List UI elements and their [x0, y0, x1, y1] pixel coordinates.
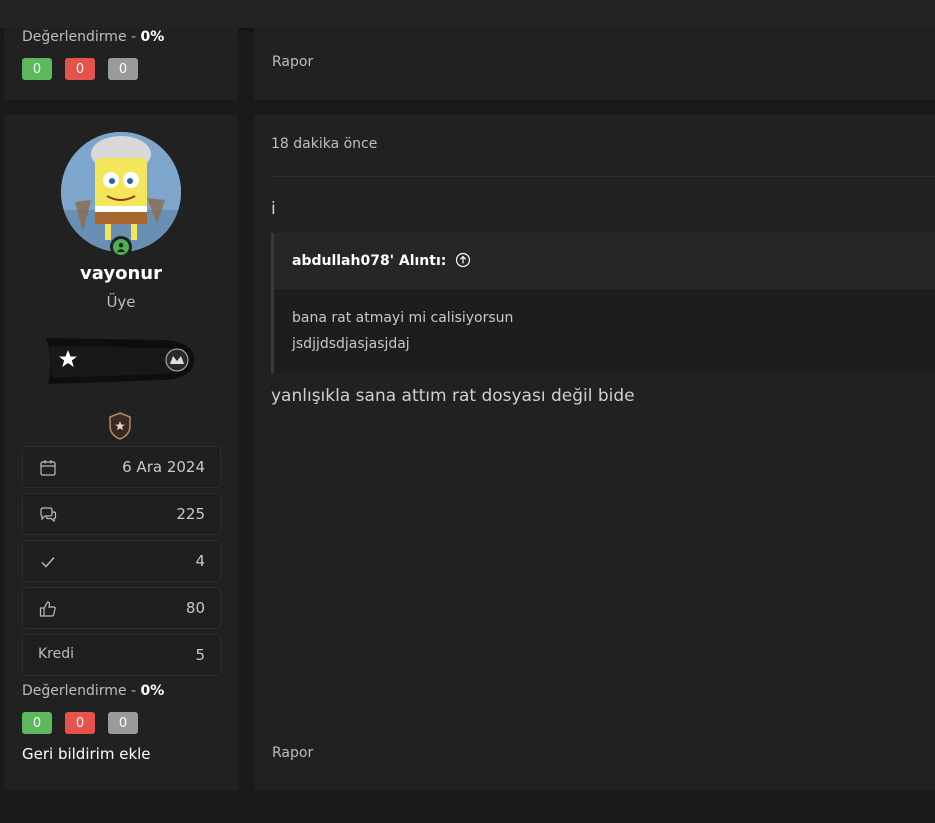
- stat-likes-value: 80: [185, 599, 205, 617]
- previous-rating-badges: 0 0 0: [22, 58, 138, 80]
- quote-block: abdullah078' Alıntı: bana rat atmayi mi …: [271, 233, 935, 373]
- negative-rating-badge[interactable]: 0: [65, 712, 95, 734]
- previous-report-link[interactable]: Rapor: [272, 54, 313, 70]
- user-avatar[interactable]: [61, 132, 181, 252]
- username[interactable]: vayonur: [4, 263, 238, 284]
- stat-messages-value: 225: [176, 505, 205, 523]
- quote-line: jsdjjdsdjasjasjdaj: [292, 336, 410, 352]
- previous-post-body: Rapor: [254, 28, 935, 100]
- top-bar: [0, 0, 935, 28]
- quote-line: bana rat atmayi mi calisiyorsun: [292, 310, 514, 326]
- rank-banner: [46, 338, 194, 384]
- thumbs-up-icon: [39, 601, 56, 617]
- post-first-line: i: [271, 199, 276, 219]
- rating-value: 0%: [140, 683, 165, 699]
- stat-credit: Kredi 5: [22, 634, 221, 676]
- quote-jump-arrow-icon[interactable]: [455, 252, 471, 268]
- post-body: 18 dakika önce i abdullah078' Alıntı: ba…: [254, 115, 935, 790]
- report-link[interactable]: Rapor: [272, 745, 313, 761]
- post-user-sidebar: vayonur Üye 6 Ara 2024 225 4 80 Kredi 5 …: [4, 115, 238, 790]
- quote-header: abdullah078' Alıntı:: [274, 233, 935, 289]
- negative-rating-badge[interactable]: 0: [65, 58, 95, 80]
- check-icon: [41, 557, 55, 568]
- divider: [271, 176, 935, 177]
- previous-rating-line: Değerlendirme - 0%: [22, 29, 164, 45]
- stat-credit-label: Kredi: [38, 646, 75, 662]
- previous-rating-value: 0%: [140, 29, 165, 45]
- rank-shield-icon: [109, 412, 131, 440]
- stat-likes: 80: [22, 587, 221, 629]
- post-timestamp[interactable]: 18 dakika önce: [271, 136, 377, 152]
- chat-bubbles-icon: [40, 507, 57, 523]
- neutral-rating-badge[interactable]: 0: [108, 58, 138, 80]
- neutral-rating-badge[interactable]: 0: [108, 712, 138, 734]
- rating-line: Değerlendirme - 0%: [22, 683, 164, 699]
- user-title: Üye: [106, 293, 136, 311]
- stat-solutions: 4: [22, 540, 221, 582]
- rating-badges: 0 0 0: [22, 712, 138, 734]
- positive-rating-badge[interactable]: 0: [22, 58, 52, 80]
- previous-rating-label: Değerlendirme -: [22, 29, 137, 45]
- quote-content: bana rat atmayi mi calisiyorsun jsdjjdsd…: [292, 305, 513, 357]
- stat-joined: 6 Ara 2024: [22, 446, 221, 488]
- post-message: yanlışıkla sana attım rat dosyası değil …: [271, 386, 635, 406]
- online-status-icon: [110, 236, 132, 258]
- quote-author: abdullah078' Alıntı:: [292, 252, 471, 269]
- rating-label: Değerlendirme -: [22, 683, 137, 699]
- previous-post-sidebar: Değerlendirme - 0% 0 0 0: [4, 28, 238, 100]
- stat-joined-value: 6 Ara 2024: [122, 458, 205, 476]
- stat-solutions-value: 4: [195, 552, 205, 570]
- quote-author-label[interactable]: abdullah078' Alıntı:: [292, 253, 446, 269]
- stat-messages: 225: [22, 493, 221, 535]
- calendar-icon: [40, 460, 56, 476]
- add-feedback-link[interactable]: Geri bildirim ekle: [22, 745, 151, 763]
- stat-credit-value: 5: [195, 646, 205, 664]
- positive-rating-badge[interactable]: 0: [22, 712, 52, 734]
